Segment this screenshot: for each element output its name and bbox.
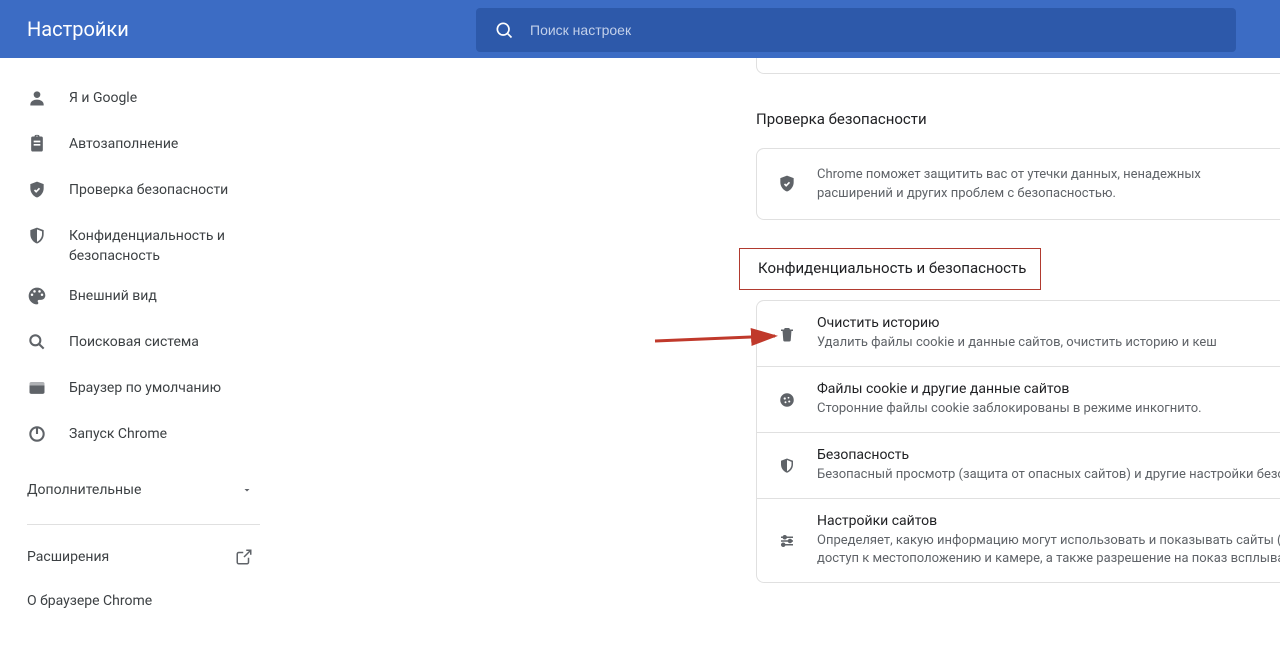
row-cookies[interactable]: Файлы cookie и другие данные сайтов Стор… <box>757 366 1280 432</box>
person-icon <box>27 88 47 108</box>
sidebar-item-safety-check[interactable]: Проверка безопасности <box>0 170 280 210</box>
section-title-privacy-highlighted: Конфиденциальность и безопасность <box>739 248 1041 290</box>
trash-icon <box>777 324 797 344</box>
sidebar-item-label: Проверка безопасности <box>69 180 280 200</box>
sidebar-item-startup[interactable]: Запуск Chrome <box>0 414 280 454</box>
about-label: О браузере Chrome <box>27 593 152 609</box>
sidebar-advanced[interactable]: Дополнительные <box>0 466 280 514</box>
row-clear-browsing-data[interactable]: Очистить историю Удалить файлы cookie и … <box>757 301 1280 366</box>
safety-check-card: Chrome поможет защитить вас от утечки да… <box>756 148 1280 220</box>
sidebar-item-label: Конфиденциальность и безопасность <box>69 226 280 266</box>
sidebar-item-default-browser[interactable]: Браузер по умолчанию <box>0 368 280 408</box>
privacy-heading: Конфиденциальность и безопасность <box>758 259 1026 277</box>
palette-icon <box>27 286 47 306</box>
sidebar-item-privacy[interactable]: Конфиденциальность и безопасность <box>0 216 280 276</box>
sliders-icon <box>777 531 797 551</box>
row-subtitle: Сторонние файлы cookie заблокированы в р… <box>817 400 1280 418</box>
sidebar-item-label: Запуск Chrome <box>69 424 280 444</box>
search-icon <box>27 332 47 352</box>
browser-icon <box>27 378 47 398</box>
divider <box>27 524 260 525</box>
sidebar-extensions[interactable]: Расширения <box>0 535 280 579</box>
row-title: Настройки сайтов <box>817 513 1280 529</box>
advanced-label: Дополнительные <box>27 482 141 498</box>
row-title: Очистить историю <box>817 315 1280 331</box>
privacy-card: Очистить историю Удалить файлы cookie и … <box>756 300 1280 583</box>
extensions-label: Расширения <box>27 549 109 565</box>
page-title: Настройки <box>27 17 129 41</box>
sidebar-item-you-and-google[interactable]: Я и Google <box>0 78 280 118</box>
main-content: Проверка безопасности Chrome поможет защ… <box>280 58 1280 661</box>
power-icon <box>27 424 47 444</box>
row-subtitle: Безопасный просмотр (защита от опасных с… <box>817 466 1280 484</box>
search-icon <box>494 20 514 40</box>
cookie-icon <box>777 390 797 410</box>
row-subtitle: Определяет, какую информацию могут испол… <box>817 532 1280 568</box>
chevron-down-icon <box>241 484 253 496</box>
row-site-settings[interactable]: Настройки сайтов Определяет, какую инфор… <box>757 498 1280 582</box>
search-container[interactable] <box>476 8 1236 52</box>
sidebar-item-search-engine[interactable]: Поисковая система <box>0 322 280 362</box>
row-subtitle: Удалить файлы cookie и данные сайтов, оч… <box>817 334 1280 352</box>
shield-icon <box>777 456 797 476</box>
search-input[interactable] <box>530 22 1236 38</box>
sidebar-item-appearance[interactable]: Внешний вид <box>0 276 280 316</box>
clipboard-icon <box>27 134 47 154</box>
external-link-icon <box>235 548 253 566</box>
shield-check-icon <box>777 174 797 194</box>
sidebar-item-label: Внешний вид <box>69 286 280 306</box>
sidebar-about[interactable]: О браузере Chrome <box>0 579 280 623</box>
shield-check-icon <box>27 180 47 200</box>
sidebar: Я и Google Автозаполнение Проверка безоп… <box>0 58 280 661</box>
sidebar-item-autofill[interactable]: Автозаполнение <box>0 124 280 164</box>
sidebar-item-label: Автозаполнение <box>69 134 280 154</box>
sidebar-item-label: Я и Google <box>69 88 280 108</box>
header: Настройки <box>0 0 1280 58</box>
safety-check-description: Chrome поможет защитить вас от утечки да… <box>817 165 1277 203</box>
row-title: Файлы cookie и другие данные сайтов <box>817 381 1280 397</box>
shield-icon <box>27 226 47 246</box>
section-title-safety: Проверка безопасности <box>756 110 927 128</box>
prev-card-edge <box>756 58 1280 74</box>
row-security[interactable]: Безопасность Безопасный просмотр (защита… <box>757 432 1280 498</box>
row-title: Безопасность <box>817 447 1280 463</box>
layout: Я и Google Автозаполнение Проверка безоп… <box>0 58 1280 661</box>
sidebar-item-label: Браузер по умолчанию <box>69 378 280 398</box>
sidebar-item-label: Поисковая система <box>69 332 280 352</box>
